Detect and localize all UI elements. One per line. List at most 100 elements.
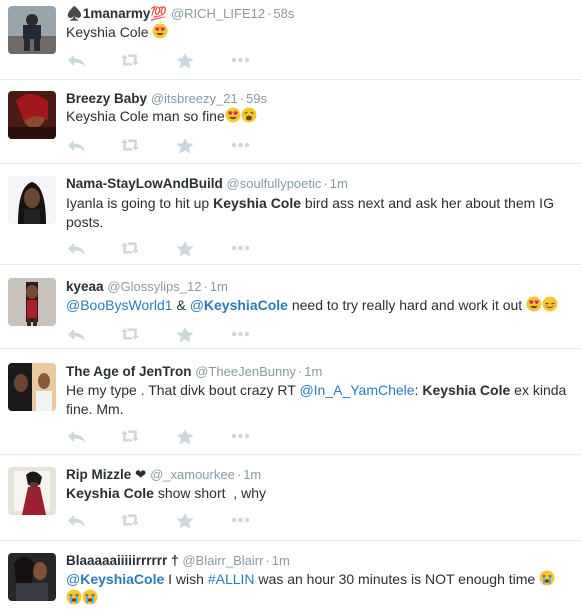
timestamp[interactable]: 1m — [210, 279, 228, 294]
heart-eyes-emoji — [526, 296, 542, 312]
hashtag-link[interactable]: #ALLIN — [208, 571, 255, 587]
tweet-text-part: I wish — [164, 571, 208, 587]
more-icon[interactable] — [230, 512, 252, 528]
avatar[interactable] — [8, 278, 56, 326]
username[interactable]: @Glossylips_12 — [107, 279, 201, 294]
tweet[interactable]: Blaaaaaiiiiirrrrrr † @Blairr_Blairr · 1m @… — [0, 541, 581, 613]
display-name[interactable]: Breezy Baby — [66, 91, 147, 106]
retweet-icon[interactable] — [119, 52, 141, 68]
highlight-term: KeyshiaCole — [203, 297, 288, 313]
tweet-text-part: show short , why — [153, 485, 266, 501]
tweet-text-part: He my type . That divk bout crazy RT — [66, 382, 300, 398]
separator: · — [267, 6, 272, 21]
reply-icon[interactable] — [66, 240, 88, 256]
favorite-icon[interactable] — [175, 326, 197, 343]
relieved-emoji — [542, 296, 559, 312]
tweet-text: Keyshia Cole show short , why — [66, 484, 571, 503]
more-icon[interactable] — [230, 326, 252, 342]
more-icon[interactable] — [230, 240, 252, 256]
avatar[interactable] — [8, 467, 56, 515]
favorite-icon[interactable] — [175, 240, 197, 257]
username[interactable]: @_xamourkee — [150, 467, 235, 482]
favorite-icon[interactable] — [175, 52, 197, 69]
tweet-text: Keyshia Cole — [66, 23, 571, 42]
tweet-text-part: was an hour 30 minutes is NOT enough tim… — [254, 571, 540, 587]
favorite-icon[interactable] — [175, 512, 197, 529]
tweet-text-part: need to try really hard and work it out — [287, 297, 527, 313]
retweet-icon[interactable] — [119, 512, 141, 528]
tweet-text: @KeyshiaCole I wish #ALLIN was an hour 3… — [66, 570, 571, 608]
tweet-feed: ♠️1manarmy💯 @RICH_LIFE12 · 58s Keyshia Col… — [0, 0, 581, 613]
timestamp[interactable]: 59s — [246, 91, 267, 106]
retweet-icon[interactable] — [119, 137, 141, 153]
tweet[interactable]: The Age of JenTron @TheeJenBunny · 1m He m… — [0, 349, 581, 455]
timestamp[interactable]: 1m — [304, 364, 322, 379]
mention-at: @ — [66, 571, 81, 587]
reply-icon[interactable] — [66, 137, 88, 153]
separator: · — [239, 91, 245, 106]
tweet-text-part: & — [172, 297, 190, 313]
tweet-text-part: Keyshia Cole — [66, 24, 149, 40]
display-name[interactable]: ♠️1manarmy💯 — [66, 6, 167, 21]
highlight-term: KeyshiaCole — [80, 571, 165, 587]
reply-icon[interactable] — [66, 428, 88, 444]
timestamp[interactable]: 1m — [243, 467, 261, 482]
display-name[interactable]: Blaaaaaiiiiirrrrrr † — [66, 553, 179, 568]
separator: · — [323, 176, 328, 191]
tweet[interactable]: Breezy Baby @itsbreezy_21 · 59s Keyshia Co… — [0, 80, 581, 164]
timestamp[interactable]: 1m — [330, 176, 348, 191]
reply-icon[interactable] — [66, 512, 88, 528]
more-icon[interactable] — [230, 52, 252, 68]
display-name[interactable]: Nama-StayLowAndBuild — [66, 176, 223, 191]
retweet-icon[interactable] — [119, 240, 141, 256]
tweet-text-part: Iyanla is going to hit up — [66, 195, 214, 211]
tweet-text: Iyanla is going to hit up Keyshia Cole b… — [66, 194, 571, 232]
tweet[interactable]: kyeaa @Glossylips_12 · 1m @BooBysWorld1 & … — [0, 265, 581, 349]
tweet-text: Keyshia Cole man so fine — [66, 107, 571, 126]
tweet[interactable]: ♠️1manarmy💯 @RICH_LIFE12 · 58s Keyshia Col… — [0, 0, 581, 80]
mention-at: @ — [189, 297, 204, 313]
tweet-text-part: Keyshia Cole man so fine — [66, 108, 225, 124]
more-icon[interactable] — [230, 137, 252, 153]
tweet-text: @BooBysWorld1 & @KeyshiaCole need to try… — [66, 296, 571, 315]
tweet-text: He my type . That divk bout crazy RT @In… — [66, 381, 571, 419]
display-name[interactable]: Rip Mizzle ❤ — [66, 467, 146, 482]
favorite-icon[interactable] — [175, 137, 197, 154]
username[interactable]: @itsbreezy_21 — [151, 91, 238, 106]
separator: · — [236, 467, 242, 482]
highlight-term: Keyshia Cole — [422, 382, 511, 398]
crying-emoji — [66, 589, 82, 605]
username[interactable]: @RICH_LIFE12 — [171, 6, 265, 21]
tweet[interactable]: Nama-StayLowAndBuild @soulfullypoetic · 1m… — [0, 164, 581, 265]
crying-emoji — [82, 589, 98, 605]
mention-link[interactable]: @KeyshiaCole — [190, 297, 288, 313]
retweet-icon[interactable] — [119, 428, 141, 444]
avatar[interactable] — [8, 176, 56, 224]
timestamp[interactable]: 58s — [273, 6, 294, 21]
mention-link[interactable]: @KeyshiaCole — [66, 571, 164, 587]
avatar[interactable] — [8, 363, 56, 411]
heart-eyes-emoji — [225, 107, 241, 123]
highlight-term: Keyshia Cole — [213, 195, 302, 211]
avatar[interactable] — [8, 553, 56, 601]
heart-eyes-emoji — [152, 23, 168, 39]
retweet-icon[interactable] — [119, 326, 141, 342]
avatar[interactable] — [8, 6, 56, 54]
mention-link[interactable]: @BooBysWorld1 — [66, 297, 173, 313]
reply-icon[interactable] — [66, 326, 88, 342]
timestamp[interactable]: 1m — [272, 553, 290, 568]
more-icon[interactable] — [230, 428, 252, 444]
username[interactable]: @soulfullypoetic — [227, 176, 322, 191]
weary-emoji — [240, 107, 257, 123]
reply-icon[interactable] — [66, 52, 88, 68]
display-name[interactable]: The Age of JenTron — [66, 364, 192, 379]
tweet[interactable]: Rip Mizzle ❤ @_xamourkee · 1m Keyshia Cole… — [0, 455, 581, 541]
favorite-icon[interactable] — [175, 428, 197, 445]
mention-link[interactable]: @In_A_YamChele — [299, 382, 414, 398]
avatar[interactable] — [8, 91, 56, 139]
crying-emoji — [539, 570, 556, 586]
username[interactable]: @Blairr_Blairr — [182, 553, 263, 568]
display-name[interactable]: kyeaa — [66, 279, 104, 294]
separator: · — [203, 279, 208, 294]
username[interactable]: @TheeJenBunny — [195, 364, 296, 379]
